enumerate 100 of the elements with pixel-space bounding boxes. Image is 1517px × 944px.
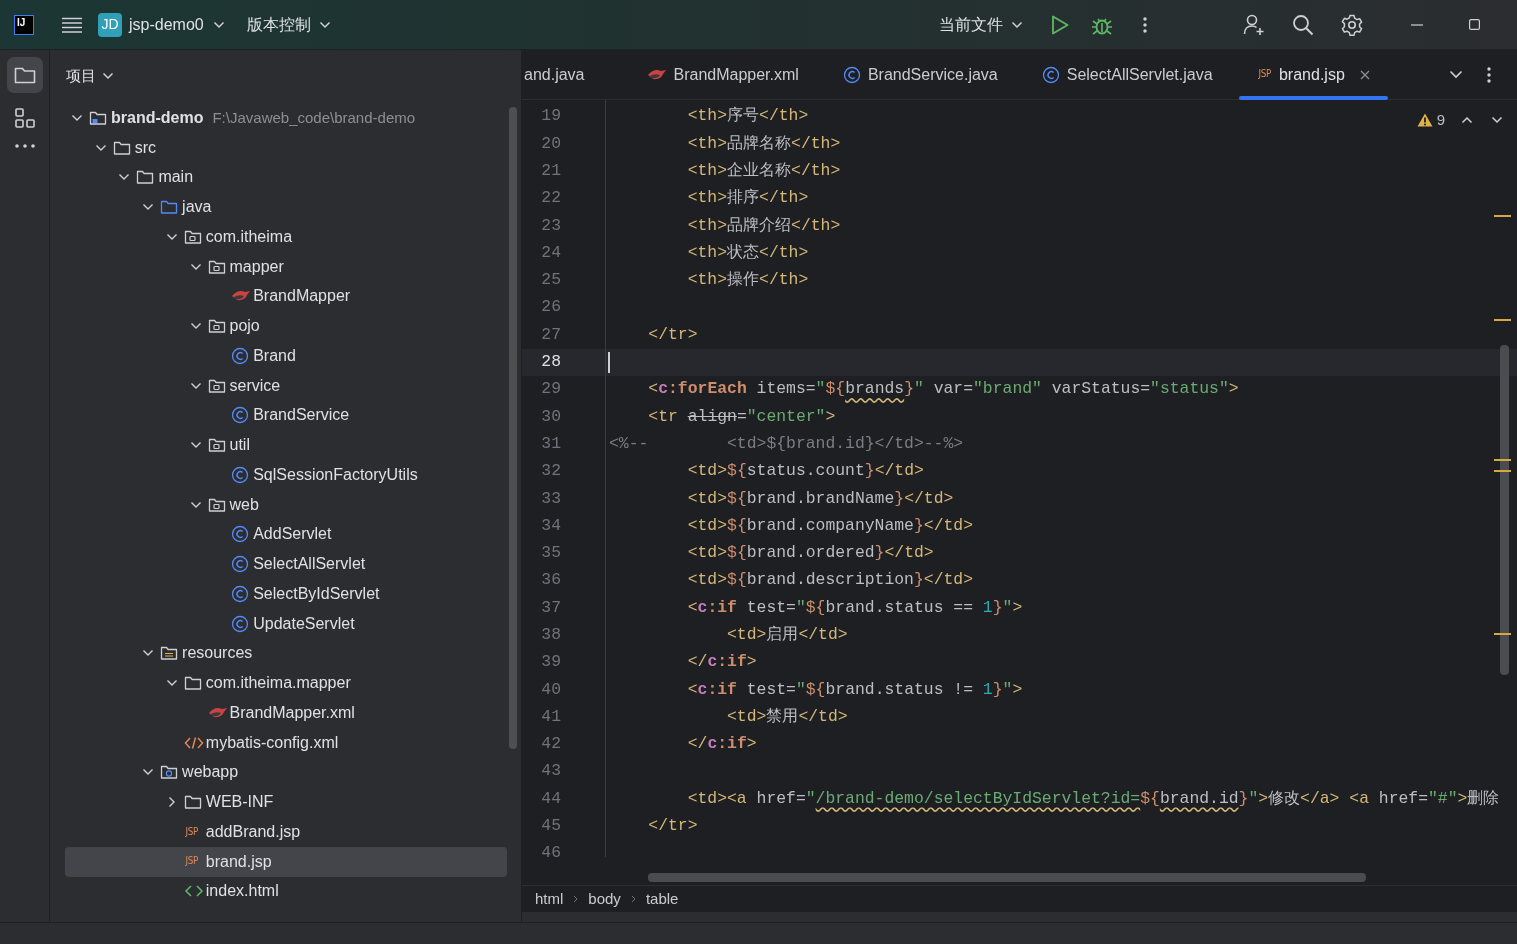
line-number: 38 bbox=[540, 624, 561, 646]
package-folder-icon bbox=[207, 377, 226, 394]
project-tool-button[interactable] bbox=[6, 57, 43, 93]
package-folder-icon bbox=[207, 318, 226, 335]
breadcrumb[interactable]: body bbox=[588, 887, 621, 911]
breadcrumb[interactable]: table bbox=[645, 887, 679, 911]
tree-item[interactable]: WEB-INF bbox=[65, 787, 507, 817]
tree-item[interactable]: BrandMapper bbox=[65, 281, 507, 312]
code-line: <th>企业名称</th> bbox=[686, 159, 841, 182]
chevron-down-icon[interactable] bbox=[165, 232, 178, 241]
line-number: 41 bbox=[540, 705, 561, 728]
tree-item[interactable]: com.itheima.mapper bbox=[65, 668, 507, 698]
chevron-down-icon[interactable] bbox=[142, 649, 155, 658]
add-user-icon[interactable] bbox=[1243, 13, 1265, 36]
line-number: 33 bbox=[540, 487, 561, 510]
tree-item[interactable]: src bbox=[65, 132, 507, 163]
tree-item[interactable]: SqlSessionFactoryUtils bbox=[65, 460, 507, 490]
more-icon[interactable] bbox=[13, 143, 36, 149]
line-number: 22 bbox=[540, 187, 561, 210]
tree-item[interactable]: web bbox=[65, 489, 507, 520]
chevron-down-icon[interactable] bbox=[189, 441, 202, 450]
chevron-right-icon bbox=[573, 895, 579, 903]
vcs-menu[interactable]: 版本控制 bbox=[246, 12, 331, 37]
line-number: 28 bbox=[540, 351, 561, 373]
warning-count[interactable]: 9 bbox=[1436, 109, 1445, 132]
tree-item[interactable]: AddServlet bbox=[65, 519, 507, 550]
tree-item[interactable]: com.itheima bbox=[65, 222, 507, 252]
tree-item[interactable]: JSP brand.jsp bbox=[65, 846, 507, 877]
close-icon[interactable] bbox=[1359, 69, 1370, 80]
chevron-up-icon[interactable] bbox=[1461, 116, 1473, 125]
chevron-down-icon[interactable] bbox=[1491, 116, 1503, 125]
code-line: <c:if test="${brand.status != 1}"> bbox=[686, 678, 1023, 701]
chevron-down-icon[interactable] bbox=[189, 262, 202, 271]
tree-item[interactable]: BrandService bbox=[65, 400, 507, 431]
chevron-down-icon[interactable] bbox=[165, 679, 178, 688]
tree-item[interactable]: SelectByIdServlet bbox=[65, 579, 507, 609]
tree-item[interactable]: service bbox=[65, 370, 507, 401]
editor-tab[interactable]: SelectAllServlet.java bbox=[1019, 50, 1235, 99]
code-tag-icon bbox=[183, 884, 204, 899]
tree-item[interactable]: java bbox=[65, 192, 507, 222]
line-number: 40 bbox=[540, 678, 561, 701]
text-caret bbox=[608, 351, 610, 373]
tree-item[interactable]: index.html bbox=[65, 876, 507, 907]
tree-item[interactable]: util bbox=[65, 430, 507, 460]
module-folder-icon bbox=[89, 109, 107, 126]
scrollbar-thumb[interactable] bbox=[1500, 345, 1509, 675]
run-icon[interactable] bbox=[1051, 14, 1069, 35]
editor-tab[interactable]: BrandMapper.xml bbox=[624, 50, 821, 99]
chevron-down-icon[interactable] bbox=[142, 203, 155, 212]
tree-item[interactable]: main bbox=[65, 162, 507, 193]
run-config-selector[interactable]: 当前文件 bbox=[939, 12, 1023, 37]
tree-item[interactable]: mybatis-config.xml bbox=[65, 727, 507, 758]
tree-item[interactable]: brand-demo F:\Javaweb_code\brand-demo bbox=[65, 103, 507, 133]
chevron-down-icon[interactable] bbox=[142, 768, 155, 777]
minimize-icon[interactable] bbox=[1411, 23, 1423, 26]
scrollbar-thumb[interactable] bbox=[509, 107, 517, 749]
chevron-down-icon[interactable] bbox=[102, 72, 114, 80]
chevron-down-icon[interactable] bbox=[1449, 70, 1463, 79]
project-selector[interactable]: JD jsp-demo0 bbox=[98, 9, 225, 40]
tree-item[interactable]: Brand bbox=[65, 341, 507, 371]
line-number: 29 bbox=[540, 378, 561, 401]
maximize-icon[interactable] bbox=[1469, 19, 1480, 30]
more-vertical-icon[interactable] bbox=[1487, 66, 1491, 83]
editor-tab[interactable]: JSP brand.jsp bbox=[1234, 50, 1392, 99]
code-line: <td><a href="/brand-demo/selectByIdServlet?id=${brand.id}">修改</a> <a href="#">删除 bbox=[686, 787, 1500, 810]
tree-item[interactable]: SelectAllServlet bbox=[65, 549, 507, 579]
panel-title[interactable]: 项目 bbox=[66, 64, 96, 88]
chevron-down-icon[interactable] bbox=[71, 113, 83, 122]
tree-item[interactable]: webapp bbox=[65, 757, 507, 788]
code-line: </c:if> bbox=[686, 733, 757, 756]
editor-tab[interactable]: and.java bbox=[522, 50, 625, 99]
line-number: 44 bbox=[540, 787, 561, 810]
tree-item[interactable]: resources bbox=[65, 638, 507, 669]
folder-icon bbox=[136, 169, 155, 186]
more-vertical-icon[interactable] bbox=[1143, 16, 1147, 33]
line-number: 24 bbox=[540, 241, 561, 264]
breadcrumb[interactable]: html bbox=[535, 887, 564, 911]
structure-icon[interactable] bbox=[13, 107, 36, 129]
tree-item[interactable]: UpdateServlet bbox=[65, 608, 507, 639]
chevron-right-icon[interactable] bbox=[167, 796, 176, 809]
chevron-down-icon[interactable] bbox=[94, 143, 107, 152]
code-line: <td>${brand.description}</td> bbox=[686, 569, 973, 592]
folder-icon bbox=[13, 66, 36, 84]
tree-item[interactable]: pojo bbox=[65, 311, 507, 341]
chevron-down-icon[interactable] bbox=[189, 500, 202, 509]
settings-icon[interactable] bbox=[1341, 13, 1363, 36]
chevron-down-icon[interactable] bbox=[189, 381, 202, 390]
code-line: </tr> bbox=[647, 323, 698, 346]
search-icon[interactable] bbox=[1292, 13, 1314, 36]
horizontal-scrollbar-thumb[interactable] bbox=[648, 873, 1366, 882]
app-logo[interactable]: IJ bbox=[14, 14, 34, 35]
class-icon bbox=[1041, 65, 1060, 84]
warning-icon[interactable] bbox=[1416, 113, 1433, 128]
editor-tab[interactable]: BrandService.java bbox=[820, 50, 1020, 99]
tree-item[interactable]: mapper bbox=[65, 251, 507, 282]
tree-item[interactable]: JSP addBrand.jsp bbox=[65, 817, 507, 847]
tree-item[interactable]: BrandMapper.xml bbox=[65, 698, 507, 728]
menu-icon[interactable] bbox=[62, 16, 82, 33]
chevron-down-icon[interactable] bbox=[118, 173, 131, 182]
chevron-down-icon[interactable] bbox=[189, 322, 202, 331]
